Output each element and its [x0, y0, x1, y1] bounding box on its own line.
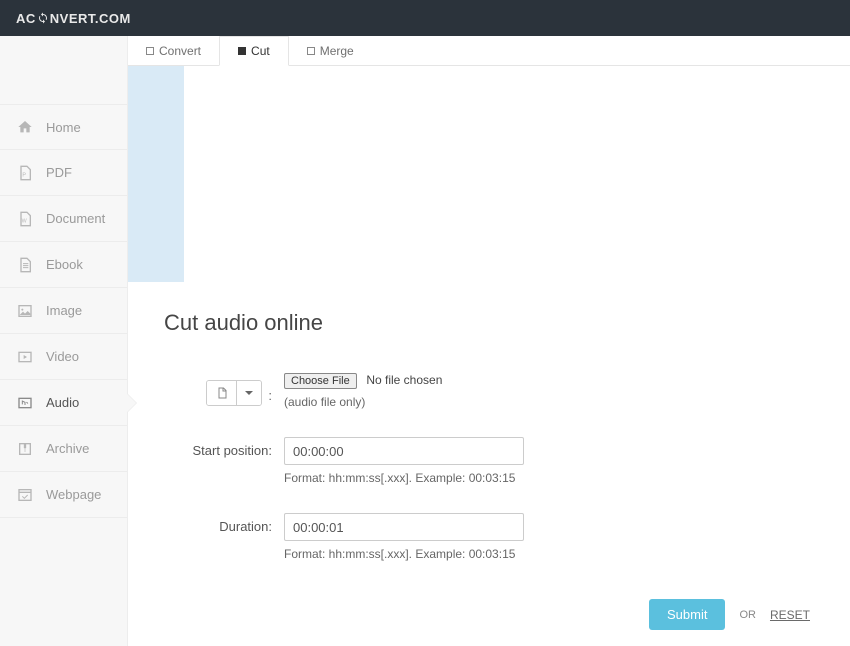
- sidebar-item-document[interactable]: W Document: [0, 196, 127, 242]
- home-icon: [16, 119, 34, 135]
- brand-post: NVERT.COM: [50, 11, 131, 26]
- start-hint: Format: hh:mm:ss[.xxx]. Example: 00:03:1…: [284, 471, 704, 485]
- pdf-icon: P: [16, 165, 34, 181]
- sidebar-item-label: Video: [46, 349, 79, 364]
- file-field: Choose File No file chosen (audio file o…: [284, 372, 704, 409]
- sidebar-item-ebook[interactable]: Ebook: [0, 242, 127, 288]
- sidebar-item-label: Archive: [46, 441, 89, 456]
- sidebar-item-label: Image: [46, 303, 82, 318]
- webpage-icon: [16, 487, 34, 503]
- sidebar-item-label: Webpage: [46, 487, 101, 502]
- page-title: Cut audio online: [164, 310, 814, 336]
- colon: :: [268, 384, 272, 403]
- square-icon: [307, 47, 315, 55]
- tab-label: Merge: [320, 44, 354, 58]
- topbar: AC NVERT.COM: [0, 0, 850, 36]
- sidebar-item-label: Home: [46, 120, 81, 135]
- audio-icon: [16, 395, 34, 411]
- main: Convert Cut Merge Cut audio online: [128, 36, 850, 646]
- tabs: Convert Cut Merge: [128, 36, 850, 66]
- tab-label: Cut: [251, 44, 270, 58]
- reset-link[interactable]: RESET: [770, 608, 810, 622]
- tab-label: Convert: [159, 44, 201, 58]
- document-icon: W: [16, 211, 34, 227]
- svg-text:W: W: [22, 218, 28, 224]
- start-row: Start position: Format: hh:mm:ss[.xxx]. …: [164, 437, 814, 485]
- sidebar-item-image[interactable]: Image: [0, 288, 127, 334]
- archive-icon: [16, 441, 34, 457]
- start-field: Format: hh:mm:ss[.xxx]. Example: 00:03:1…: [284, 437, 704, 485]
- tab-cut[interactable]: Cut: [219, 36, 289, 66]
- duration-input[interactable]: [284, 513, 524, 541]
- file-row: : Choose File No file chosen (audio file…: [164, 372, 814, 409]
- video-icon: [16, 349, 34, 365]
- square-icon: [146, 47, 154, 55]
- duration-label: Duration:: [164, 513, 284, 534]
- brand-pre: AC: [16, 11, 36, 26]
- start-input[interactable]: [284, 437, 524, 465]
- file-label-area: :: [164, 372, 284, 406]
- sidebar-item-webpage[interactable]: Webpage: [0, 472, 127, 518]
- ad-placeholder: [128, 66, 184, 282]
- or-text: OR: [739, 609, 756, 621]
- sidebar-item-pdf[interactable]: P PDF: [0, 150, 127, 196]
- sidebar-item-audio[interactable]: Audio: [0, 380, 127, 426]
- source-type-group: [206, 380, 262, 406]
- duration-row: Duration: Format: hh:mm:ss[.xxx]. Exampl…: [164, 513, 814, 561]
- chevron-down-icon: [245, 391, 253, 395]
- file-hint: (audio file only): [284, 395, 704, 409]
- duration-field: Format: hh:mm:ss[.xxx]. Example: 00:03:1…: [284, 513, 704, 561]
- refresh-icon: [37, 12, 49, 24]
- image-icon: [16, 303, 34, 319]
- sidebar-item-label: Ebook: [46, 257, 83, 272]
- sidebar-item-label: PDF: [46, 165, 72, 180]
- sidebar-item-label: Document: [46, 211, 105, 226]
- choose-file-button[interactable]: Choose File: [284, 373, 357, 389]
- square-filled-icon: [238, 47, 246, 55]
- source-dropdown-button[interactable]: [237, 381, 261, 405]
- sidebar: Home P PDF W Document Ebook Image Video …: [0, 36, 128, 646]
- local-file-button[interactable]: [207, 381, 237, 405]
- layout: Home P PDF W Document Ebook Image Video …: [0, 36, 850, 646]
- brand-logo[interactable]: AC NVERT.COM: [16, 11, 131, 26]
- sidebar-item-video[interactable]: Video: [0, 334, 127, 380]
- sidebar-item-label: Audio: [46, 395, 79, 410]
- duration-hint: Format: hh:mm:ss[.xxx]. Example: 00:03:1…: [284, 547, 704, 561]
- tab-merge[interactable]: Merge: [289, 36, 372, 65]
- submit-button[interactable]: Submit: [649, 599, 725, 630]
- actions: Submit OR RESET: [649, 599, 810, 630]
- sidebar-item-home[interactable]: Home: [0, 104, 127, 150]
- start-label: Start position:: [164, 437, 284, 458]
- sidebar-item-archive[interactable]: Archive: [0, 426, 127, 472]
- content: Cut audio online : Choose File No file c…: [128, 282, 850, 646]
- tab-convert[interactable]: Convert: [128, 36, 219, 65]
- ebook-icon: [16, 257, 34, 273]
- svg-text:P: P: [22, 172, 26, 178]
- file-status: No file chosen: [366, 373, 442, 387]
